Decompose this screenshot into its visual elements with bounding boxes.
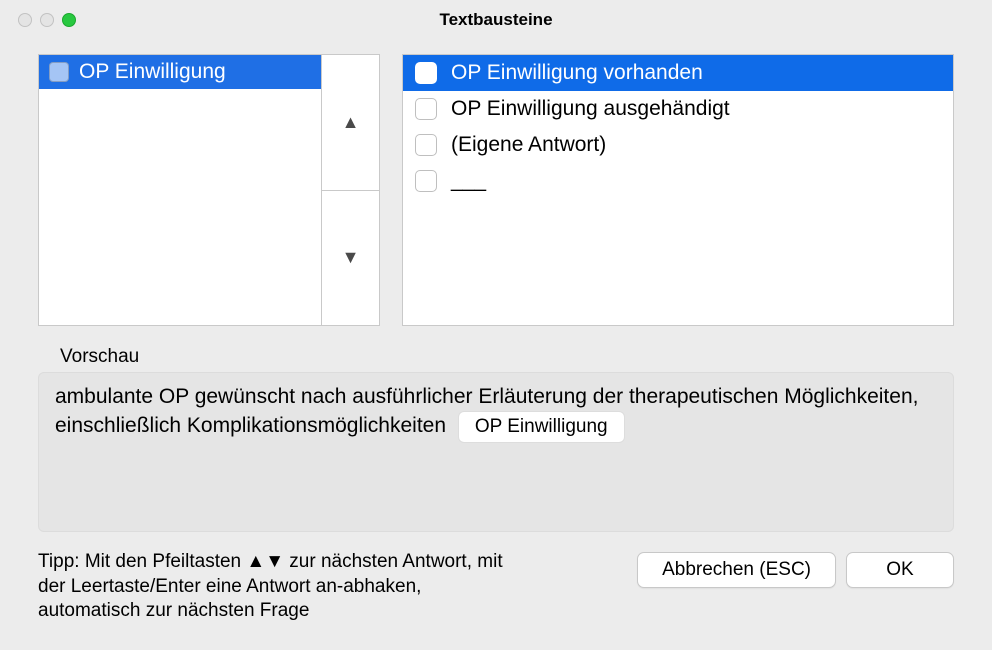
- nav-buttons: ▲ ▼: [322, 54, 380, 326]
- checkbox-icon[interactable]: [415, 98, 437, 120]
- preview-box: ambulante OP gewünscht nach ausführliche…: [38, 372, 954, 532]
- preview-section: Vorschau ambulante OP gewünscht nach aus…: [38, 346, 954, 532]
- answer-label: ___: [451, 169, 486, 193]
- answer-item[interactable]: (Eigene Antwort): [403, 127, 953, 163]
- nav-up-button[interactable]: ▲: [322, 55, 379, 190]
- answer-label: OP Einwilligung vorhanden: [451, 61, 703, 85]
- triangle-down-icon: ▼: [342, 247, 360, 268]
- nav-down-button[interactable]: ▼: [322, 190, 379, 326]
- titlebar: Textbausteine: [0, 0, 992, 40]
- bottom-row: Tipp: Mit den Pfeiltasten ▲▼ zur nächste…: [0, 532, 992, 624]
- main-area: OP Einwilligung ▲ ▼ OP Einwilligung vorh…: [0, 40, 992, 326]
- triangle-up-icon: ▲: [342, 112, 360, 133]
- answer-item[interactable]: OP Einwilligung ausgehändigt: [403, 91, 953, 127]
- checkbox-icon[interactable]: [415, 134, 437, 156]
- hint-text: Tipp: Mit den Pfeiltasten ▲▼ zur nächste…: [38, 550, 518, 624]
- answer-label: OP Einwilligung ausgehändigt: [451, 97, 730, 121]
- button-row: Abbrechen (ESC) OK: [637, 550, 954, 588]
- answer-item[interactable]: OP Einwilligung vorhanden: [403, 55, 953, 91]
- window-title: Textbausteine: [0, 10, 992, 30]
- question-list[interactable]: OP Einwilligung: [38, 54, 322, 326]
- close-window-button[interactable]: [18, 13, 32, 27]
- preview-tag: OP Einwilligung: [458, 411, 625, 443]
- question-item[interactable]: OP Einwilligung: [39, 55, 321, 89]
- checkbox-icon[interactable]: [415, 170, 437, 192]
- minimize-window-button[interactable]: [40, 13, 54, 27]
- cancel-button[interactable]: Abbrechen (ESC): [637, 552, 836, 588]
- preview-label: Vorschau: [60, 346, 954, 368]
- checkbox-icon[interactable]: [49, 62, 69, 82]
- checkbox-icon[interactable]: [415, 62, 437, 84]
- answer-label: (Eigene Antwort): [451, 133, 606, 157]
- answer-list[interactable]: OP Einwilligung vorhanden OP Einwilligun…: [402, 54, 954, 326]
- question-label: OP Einwilligung: [79, 60, 226, 84]
- answer-item[interactable]: ___: [403, 163, 953, 199]
- left-column: OP Einwilligung ▲ ▼: [38, 54, 380, 326]
- traffic-lights: [0, 13, 76, 27]
- zoom-window-button[interactable]: [62, 13, 76, 27]
- ok-button[interactable]: OK: [846, 552, 954, 588]
